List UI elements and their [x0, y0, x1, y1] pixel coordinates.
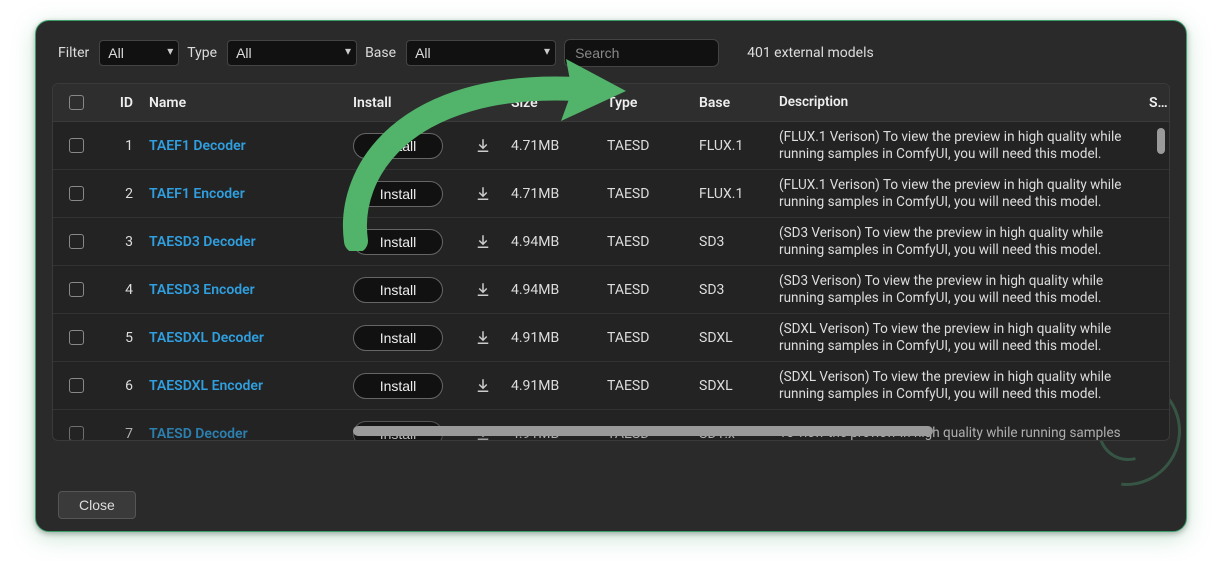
filter-label: Filter — [58, 45, 89, 61]
row-base: SD3 — [691, 234, 771, 250]
row-type: TAESD — [599, 282, 691, 298]
col-header-description[interactable]: Description — [771, 94, 1141, 111]
search-input[interactable] — [564, 39, 719, 67]
model-name-link[interactable]: TAESD3 Encoder — [149, 282, 255, 298]
row-id: 2 — [99, 186, 141, 202]
col-header-extra[interactable]: Sa — [1141, 95, 1169, 111]
row-id: 4 — [99, 282, 141, 298]
row-size: 4.71MB — [503, 186, 599, 202]
base-label: Base — [365, 45, 396, 61]
col-header-base[interactable]: Base — [691, 95, 771, 111]
download-icon[interactable] — [463, 377, 503, 395]
install-button[interactable]: Install — [353, 277, 443, 303]
row-checkbox[interactable] — [69, 282, 84, 297]
download-icon[interactable] — [463, 281, 503, 299]
model-count-label: 401 external models — [747, 45, 874, 61]
model-name-link[interactable]: TAEF1 Decoder — [149, 138, 246, 154]
col-header-install[interactable]: Install — [345, 95, 463, 111]
model-name-link[interactable]: TAESD3 Decoder — [149, 234, 256, 250]
model-name-link[interactable]: TAESDXL Decoder — [149, 330, 264, 346]
model-name-link[interactable]: TAEF1 Encoder — [149, 186, 245, 202]
col-header-id[interactable]: ID — [99, 95, 141, 111]
row-description: (SDXL Verison) To view the preview in hi… — [771, 369, 1141, 403]
table-row: 3 TAESD3 Decoder Install 4.94MBTAESDSD3(SD3… — [53, 218, 1169, 266]
row-description: (FLUX.1 Verison) To view the preview in … — [771, 177, 1141, 211]
col-header-name[interactable]: Name — [141, 95, 345, 111]
download-icon[interactable] — [463, 329, 503, 347]
row-description: (SD3 Verison) To view the preview in hig… — [771, 225, 1141, 259]
col-header-type[interactable]: Type — [599, 95, 691, 111]
row-type: TAESD — [599, 378, 691, 394]
row-checkbox[interactable] — [69, 138, 84, 153]
table-row: 4 TAESD3 Encoder Install 4.94MBTAESDSD3(SD3… — [53, 266, 1169, 314]
row-type: TAESD — [599, 234, 691, 250]
row-size: 4.94MB — [503, 234, 599, 250]
vertical-scrollbar[interactable] — [1157, 128, 1165, 154]
table-row: 6 TAESDXL Encoder Install 4.91MBTAESDSDXL(S… — [53, 362, 1169, 410]
row-checkbox[interactable] — [69, 186, 84, 201]
row-type: TAESD — [599, 138, 691, 154]
row-description: (FLUX.1 Verison) To view the preview in … — [771, 129, 1141, 163]
col-header-size[interactable]: Size — [503, 95, 599, 111]
model-name-link[interactable]: TAESDXL Encoder — [149, 378, 263, 394]
row-base: SDXL — [691, 330, 771, 346]
row-id: 1 — [99, 138, 141, 154]
install-button[interactable]: Install — [353, 181, 443, 207]
select-all-checkbox[interactable] — [69, 95, 84, 110]
models-table: ID Name Install Size Type Base Descripti… — [52, 83, 1170, 441]
row-description: (SD3 Verison) To view the preview in hig… — [771, 273, 1141, 307]
install-button[interactable]: Install — [353, 229, 443, 255]
type-select[interactable]: All — [227, 40, 357, 66]
table-row: 5 TAESDXL Decoder Install 4.91MBTAESDSDXL(S… — [53, 314, 1169, 362]
row-checkbox[interactable] — [69, 330, 84, 345]
footer-bar: Close — [36, 479, 1186, 531]
model-manager-panel: Filter All Type All Base All 401 externa… — [35, 20, 1187, 532]
row-base: FLUX.1 — [691, 186, 771, 202]
row-size: 4.94MB — [503, 282, 599, 298]
row-id: 3 — [99, 234, 141, 250]
horizontal-scrollbar[interactable] — [353, 426, 933, 436]
row-description: (SDXL Verison) To view the preview in hi… — [771, 321, 1141, 355]
row-size: 4.91MB — [503, 330, 599, 346]
download-icon[interactable] — [463, 137, 503, 155]
install-button[interactable]: Install — [353, 133, 443, 159]
row-type: TAESD — [599, 186, 691, 202]
type-label: Type — [187, 45, 217, 61]
row-base: FLUX.1 — [691, 138, 771, 154]
row-base: SD3 — [691, 282, 771, 298]
download-icon[interactable] — [463, 185, 503, 203]
base-select[interactable]: All — [406, 40, 556, 66]
filter-bar: Filter All Type All Base All 401 externa… — [36, 21, 1186, 77]
close-button[interactable]: Close — [58, 491, 136, 519]
model-name-link[interactable]: TAESD Decoder — [149, 426, 248, 442]
install-button[interactable]: Install — [353, 325, 443, 351]
row-size: 4.91MB — [503, 378, 599, 394]
table-header: ID Name Install Size Type Base Descripti… — [53, 84, 1169, 122]
row-type: TAESD — [599, 330, 691, 346]
row-checkbox[interactable] — [69, 426, 84, 441]
filter-select[interactable]: All — [99, 40, 179, 66]
row-size: 4.71MB — [503, 138, 599, 154]
row-id: 5 — [99, 330, 141, 346]
row-id: 7 — [99, 426, 141, 442]
table-row: 2 TAEF1 Encoder Install 4.71MBTAESDFLUX.1(F… — [53, 170, 1169, 218]
row-checkbox[interactable] — [69, 234, 84, 249]
install-button[interactable]: Install — [353, 373, 443, 399]
row-base: SDXL — [691, 378, 771, 394]
row-checkbox[interactable] — [69, 378, 84, 393]
row-id: 6 — [99, 378, 141, 394]
table-row: 1 TAEF1 Decoder Install 4.71MBTAESDFLUX.1(F… — [53, 122, 1169, 170]
download-icon[interactable] — [463, 233, 503, 251]
